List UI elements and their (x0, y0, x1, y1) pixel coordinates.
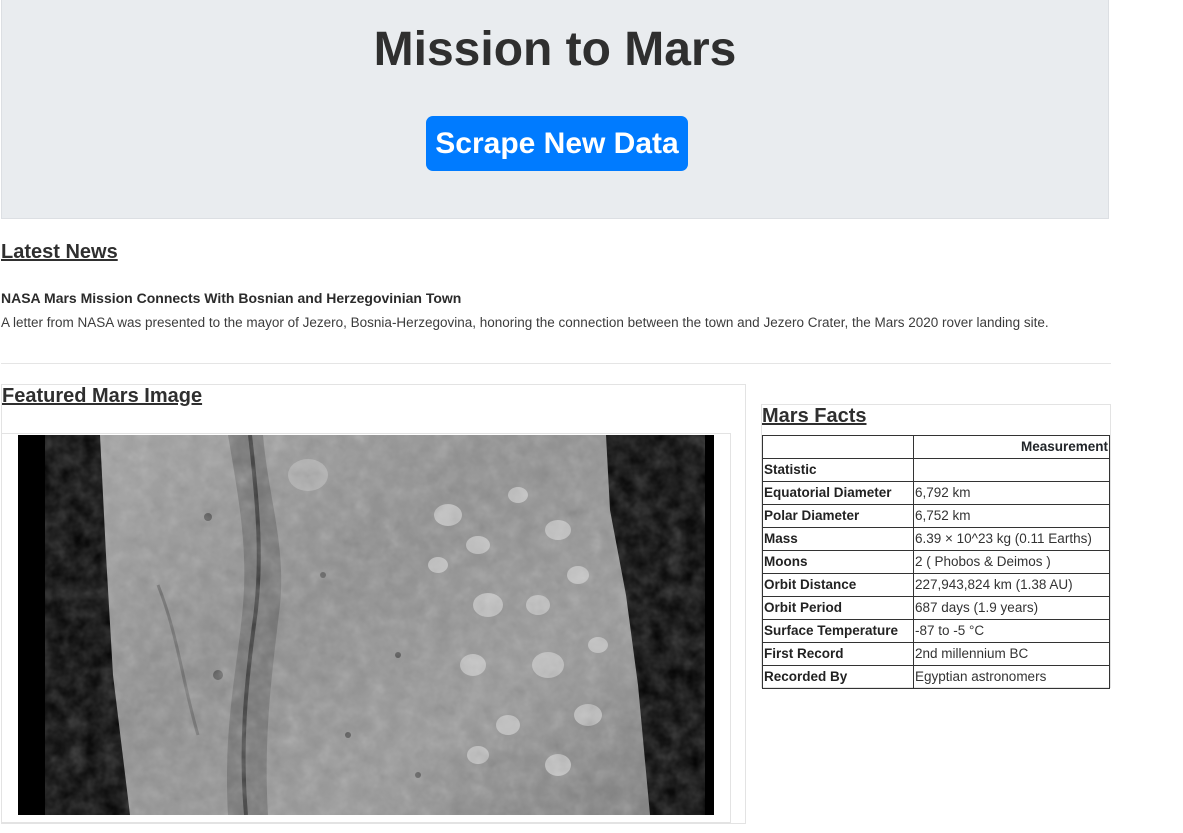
header-cell-empty (762, 435, 914, 459)
stat-label: Recorded By (762, 665, 914, 689)
featured-image-heading: Featured Mars Image (2, 385, 203, 407)
table-row: Equatorial Diameter 6,792 km (762, 481, 1110, 505)
stat-label: Statistic (762, 458, 914, 482)
table-row: Recorded By Egyptian astronomers (762, 665, 1110, 689)
mars-surface-image (100, 435, 650, 815)
stat-value: 687 days (1.9 years) (913, 596, 1110, 620)
news-paragraph: A letter from NASA was presented to the … (1, 315, 1049, 330)
table-row: Orbit Distance 227,943,824 km (1.38 AU) (762, 573, 1110, 597)
stat-value: 6,752 km (913, 504, 1110, 528)
divider (1, 363, 1111, 364)
stat-label: Surface Temperature (762, 619, 914, 643)
header-cell-measurement: Measurement (913, 435, 1110, 459)
scrape-new-data-button[interactable]: Scrape New Data (426, 116, 688, 171)
mars-facts-table: Measurement Statistic Equatorial Diamete… (762, 435, 1110, 689)
stat-value: -87 to -5 °C (913, 619, 1110, 643)
stat-label: Moons (762, 550, 914, 574)
table-row: First Record 2nd millennium BC (762, 642, 1110, 666)
stat-label: Mass (762, 527, 914, 551)
mars-facts-heading: Mars Facts (762, 405, 867, 427)
stat-value: Egyptian astronomers (913, 665, 1110, 689)
page-title: Mission to Mars (373, 23, 737, 76)
stat-label: Orbit Distance (762, 573, 914, 597)
stat-value: 2nd millennium BC (913, 642, 1110, 666)
table-row: Orbit Period 687 days (1.9 years) (762, 596, 1110, 620)
news-title: NASA Mars Mission Connects With Bosnian … (1, 290, 462, 306)
stat-value (913, 458, 1110, 482)
featured-mars-image[interactable] (18, 435, 714, 815)
stat-value: 227,943,824 km (1.38 AU) (913, 573, 1110, 597)
stat-label: Equatorial Diameter (762, 481, 914, 505)
table-row: Mass 6.39 × 10^23 kg (0.11 Earths) (762, 527, 1110, 551)
stat-label: Orbit Period (762, 596, 914, 620)
stat-value: 6.39 × 10^23 kg (0.11 Earths) (913, 527, 1110, 551)
header-jumbotron: Mission to Mars Scrape New Data (1, 0, 1109, 219)
stat-label: Polar Diameter (762, 504, 914, 528)
stat-label: First Record (762, 642, 914, 666)
stat-value: 2 ( Phobos & Deimos ) (913, 550, 1110, 574)
latest-news-heading: Latest News (1, 241, 118, 263)
table-row: Statistic (762, 458, 1110, 482)
table-row: Surface Temperature -87 to -5 °C (762, 619, 1110, 643)
table-header-row: Measurement (762, 435, 1110, 459)
table-row: Moons 2 ( Phobos & Deimos ) (762, 550, 1110, 574)
table-row: Polar Diameter 6,752 km (762, 504, 1110, 528)
stat-value: 6,792 km (913, 481, 1110, 505)
